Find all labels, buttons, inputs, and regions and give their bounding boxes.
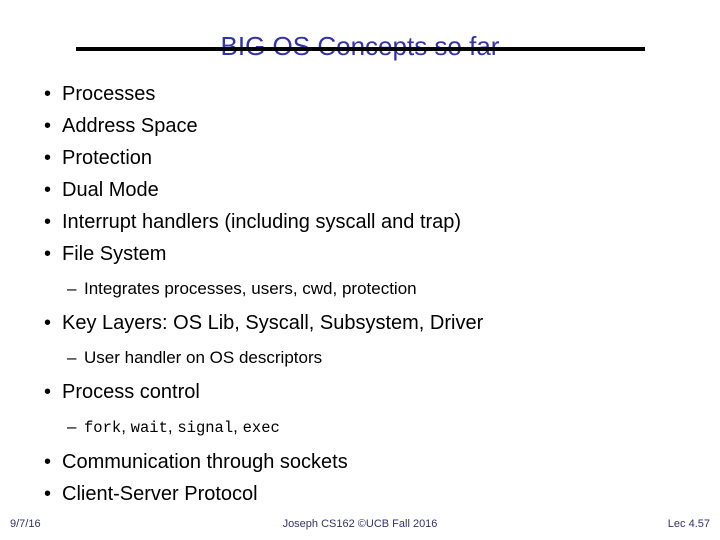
bullet-icon: • (44, 115, 52, 137)
sub-list-item: – Integrates processes, users, cwd, prot… (0, 274, 720, 304)
list-item-label: Communication through sockets (62, 451, 348, 473)
dash-icon: – (67, 279, 77, 298)
list-item-label: Protection (62, 147, 153, 169)
list-item: • Key Layers: OS Lib, Syscall, Subsystem… (0, 307, 720, 339)
bullet-icon: • (44, 381, 52, 403)
syscall-separator: , (167, 417, 178, 436)
sub-list-item-label: Integrates processes, users, cwd, protec… (84, 279, 417, 298)
slide-footer: 9/7/16 Joseph CS162 ©UCB Fall 2016 Lec 4… (0, 517, 720, 535)
list-item: • Processes (0, 78, 720, 110)
syscall-term: exec (242, 419, 280, 437)
syscall-term: wait (130, 419, 168, 437)
bullet-icon: • (44, 483, 52, 505)
footer-attribution: Joseph CS162 ©UCB Fall 2016 (282, 518, 438, 530)
list-item-label: Dual Mode (62, 179, 159, 201)
list-item-label: Client-Server Protocol (62, 483, 258, 505)
syscall-term: signal (177, 419, 234, 437)
list-item: • Interrupt handlers (including syscall … (0, 206, 720, 238)
list-item: • Communication through sockets (0, 446, 720, 478)
list-item-label: Address Space (62, 115, 198, 137)
bullet-icon: • (44, 451, 52, 473)
list-item-label: Processes (62, 83, 156, 105)
list-item: • Address Space (0, 110, 720, 142)
list-item-label: Key Layers: OS Lib, Syscall, Subsystem, … (62, 312, 484, 334)
syscall-separator: , (121, 417, 131, 436)
bullet-list: • Processes • Address Space • Protection… (0, 78, 720, 510)
list-item: • Dual Mode (0, 174, 720, 206)
sub-list-item-syscalls: – fork, wait, signal, exec (0, 412, 720, 443)
bullet-icon: • (44, 312, 52, 334)
slide: BIG OS Concepts so far • Processes • Add… (0, 0, 720, 540)
sub-list-item: – User handler on OS descriptors (0, 343, 720, 373)
bullet-icon: • (44, 211, 52, 233)
bullet-icon: • (44, 243, 52, 265)
dash-icon: – (67, 417, 77, 436)
syscall-separator: , (233, 417, 243, 436)
list-item: • Client-Server Protocol (0, 478, 720, 510)
list-item: • Protection (0, 142, 720, 174)
list-item-label: File System (62, 243, 167, 265)
list-item-label: Process control (62, 381, 200, 403)
syscall-list-label: fork, wait, signal, exec (84, 417, 280, 437)
list-item-label: Interrupt handlers (including syscall an… (62, 211, 462, 233)
syscall-term: fork (84, 419, 122, 437)
bullet-icon: • (44, 147, 52, 169)
footer-lecture-number: Lec 4.57 (667, 518, 710, 530)
sub-list-item-label: User handler on OS descriptors (84, 348, 323, 367)
title-divider (76, 47, 645, 51)
list-item: • File System (0, 238, 720, 270)
bullet-icon: • (44, 83, 52, 105)
bullet-icon: • (44, 179, 52, 201)
dash-icon: – (67, 348, 77, 367)
list-item: • Process control (0, 376, 720, 408)
